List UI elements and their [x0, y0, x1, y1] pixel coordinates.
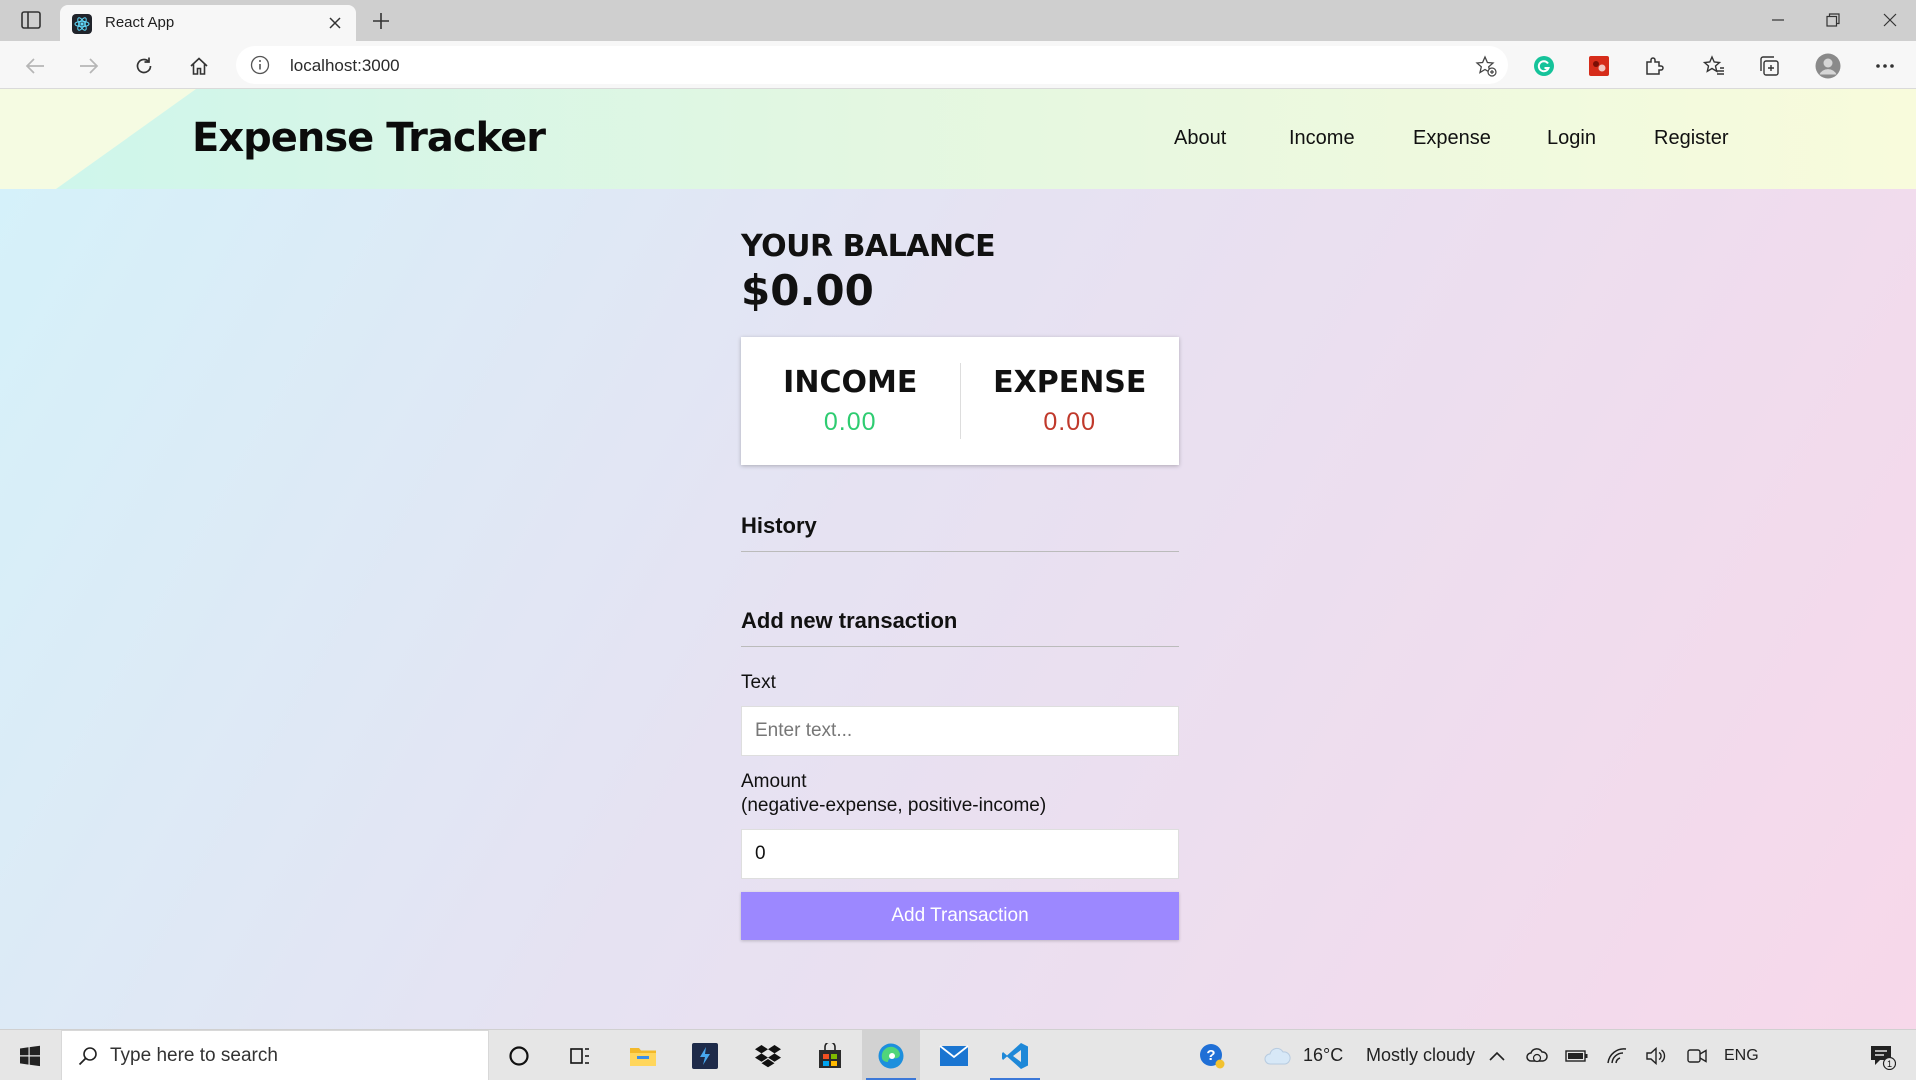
nav-link-login[interactable]: Login: [1547, 127, 1596, 150]
weather-temperature[interactable]: 16°C: [1303, 1030, 1343, 1080]
svg-text:?: ?: [1206, 1047, 1215, 1064]
url-text[interactable]: localhost:3000: [290, 56, 400, 76]
notification-count: 1: [1887, 1059, 1892, 1069]
add-favorite-icon[interactable]: [1474, 54, 1498, 78]
search-icon: [76, 1044, 100, 1068]
windows-start-icon[interactable]: [0, 1030, 60, 1080]
header-decoration: [0, 89, 196, 189]
app-page: Expense Tracker About Income Expense Log…: [0, 89, 1916, 1029]
cortana-icon[interactable]: [490, 1030, 548, 1080]
help-icon[interactable]: ?: [1194, 1030, 1230, 1080]
nav-link-income[interactable]: Income: [1289, 127, 1355, 150]
tab-title: React App: [105, 14, 175, 31]
income-summary: INCOME 0.00: [741, 365, 960, 437]
task-view-icon[interactable]: [551, 1030, 609, 1080]
new-tab-icon[interactable]: [367, 7, 395, 35]
nav-link-expense[interactable]: Expense: [1413, 127, 1491, 150]
balance-label: YOUR BALANCE: [741, 229, 996, 264]
add-transaction-form: Text Amount (negative-expense, positive-…: [741, 671, 1179, 940]
history-list: [741, 552, 1179, 588]
powershell-app-icon[interactable]: [676, 1030, 734, 1080]
income-label: INCOME: [783, 365, 918, 400]
restore-icon[interactable]: [1807, 2, 1859, 38]
amount-label: Amount: [741, 771, 807, 792]
mail-icon[interactable]: [925, 1030, 983, 1080]
extensions-puzzle-icon[interactable]: [1637, 49, 1671, 83]
microsoft-store-icon[interactable]: [801, 1030, 859, 1080]
amount-hint: (negative-expense, positive-income): [741, 795, 1047, 816]
income-value: 0.00: [823, 408, 877, 436]
close-window-icon[interactable]: [1864, 2, 1916, 38]
browser-tab-active[interactable]: React App: [60, 5, 356, 41]
react-logo-icon: [72, 14, 92, 34]
refresh-icon[interactable]: [127, 49, 161, 83]
add-transaction-heading: Add new transaction: [741, 608, 1179, 647]
income-expense-card: INCOME 0.00 EXPENSE 0.00: [741, 337, 1179, 465]
input-language[interactable]: ENG: [1724, 1030, 1759, 1080]
show-hidden-icons-chevron-icon[interactable]: [1484, 1030, 1510, 1080]
browser-tab-strip: React App: [0, 0, 1916, 41]
taskbar-search-box[interactable]: Type here to search: [61, 1030, 489, 1080]
tracker-container: YOUR BALANCE $0.00 INCOME 0.00 EXPENSE 0…: [741, 229, 1179, 940]
search-placeholder: Type here to search: [110, 1045, 278, 1066]
expense-label: EXPENSE: [993, 365, 1147, 400]
home-icon[interactable]: [182, 49, 216, 83]
weather-condition[interactable]: Mostly cloudy: [1366, 1030, 1475, 1080]
minimize-icon[interactable]: [1752, 2, 1804, 38]
file-explorer-icon[interactable]: [614, 1030, 672, 1080]
add-transaction-button[interactable]: Add Transaction: [741, 892, 1179, 940]
nav-link-about[interactable]: About: [1174, 127, 1226, 150]
dropbox-icon[interactable]: [739, 1030, 797, 1080]
app-header: Expense Tracker About Income Expense Log…: [0, 89, 1916, 189]
amount-input[interactable]: [741, 829, 1179, 879]
info-icon[interactable]: [250, 55, 270, 75]
tab-actions-icon[interactable]: [18, 9, 44, 31]
vscode-icon[interactable]: [986, 1030, 1044, 1080]
weather-cloud-icon[interactable]: [1262, 1030, 1292, 1080]
text-input[interactable]: [741, 706, 1179, 756]
history-heading: History: [741, 513, 1179, 552]
battery-icon[interactable]: [1562, 1030, 1592, 1080]
edge-browser-icon[interactable]: [862, 1030, 920, 1080]
wifi-icon[interactable]: [1602, 1030, 1632, 1080]
close-tab-icon[interactable]: [324, 12, 346, 34]
onedrive-sync-icon[interactable]: [1522, 1030, 1552, 1080]
meet-now-icon[interactable]: [1682, 1030, 1712, 1080]
nav-link-register[interactable]: Register: [1654, 127, 1728, 150]
grammarly-extension-icon[interactable]: [1527, 49, 1561, 83]
back-arrow-icon[interactable]: [18, 49, 52, 83]
expense-value: 0.00: [1043, 408, 1097, 436]
windows-taskbar: Type here to search ? 16°C Mostly cloudy: [0, 1029, 1916, 1080]
balance-value: $0.00: [741, 266, 874, 315]
expense-summary: EXPENSE 0.00: [961, 365, 1180, 437]
brand-title[interactable]: Expense Tracker: [192, 115, 546, 161]
profile-avatar-icon[interactable]: [1811, 49, 1845, 83]
red-extension-icon[interactable]: [1582, 49, 1616, 83]
text-label: Text: [741, 672, 776, 693]
browser-toolbar: localhost:3000: [0, 41, 1916, 89]
notifications-icon[interactable]: 1: [1862, 1030, 1902, 1080]
more-menu-icon[interactable]: [1868, 49, 1902, 83]
address-bar[interactable]: localhost:3000: [236, 46, 1508, 84]
favorites-icon[interactable]: [1697, 49, 1731, 83]
volume-icon[interactable]: [1642, 1030, 1672, 1080]
collections-icon[interactable]: [1752, 49, 1786, 83]
forward-arrow-icon[interactable]: [72, 49, 106, 83]
